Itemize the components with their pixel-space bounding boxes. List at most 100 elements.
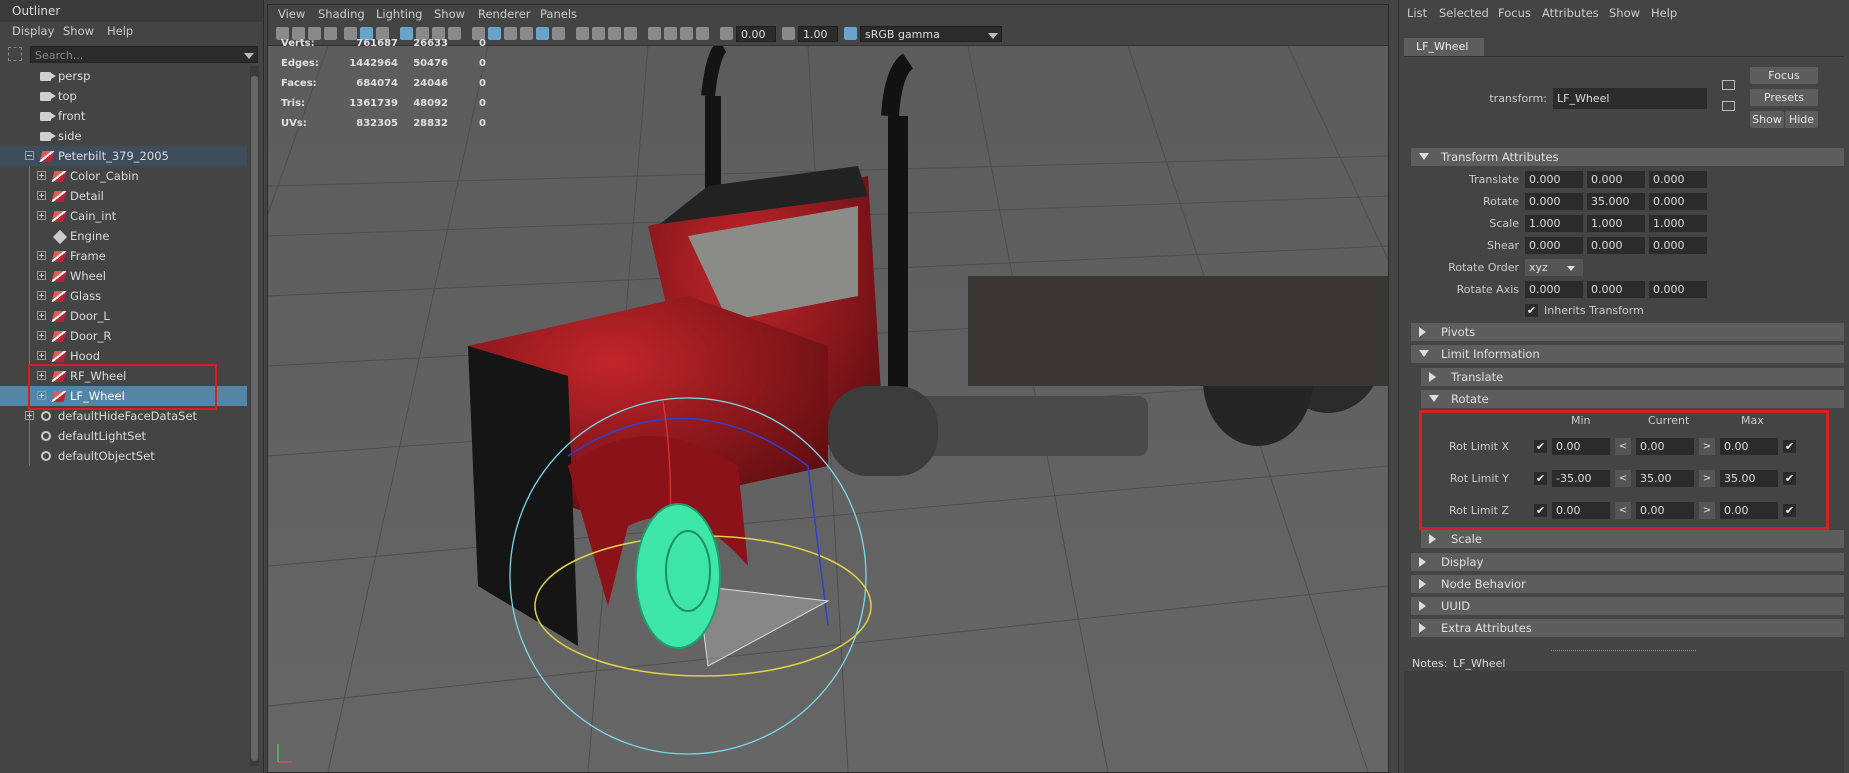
- expand-icon[interactable]: [37, 291, 46, 300]
- colorspace-dropdown-icon[interactable]: [988, 33, 998, 39]
- shear-x-field[interactable]: 0.000: [1525, 237, 1583, 254]
- section-pivots[interactable]: Pivots: [1411, 323, 1844, 341]
- menu-show[interactable]: Show: [63, 24, 94, 38]
- transform-name-field[interactable]: LF_Wheel: [1553, 88, 1707, 109]
- textured-icon[interactable]: [536, 27, 549, 40]
- colorspace-select[interactable]: sRGB gamma: [860, 26, 1002, 42]
- translate-y-field[interactable]: 0.000: [1587, 171, 1645, 188]
- scene-canvas[interactable]: [268, 46, 1388, 772]
- gamma-field[interactable]: 1.00: [798, 26, 838, 42]
- menu-show[interactable]: Show: [434, 7, 465, 21]
- tree-item-persp[interactable]: persp: [0, 66, 247, 86]
- search-dropdown-icon[interactable]: [244, 53, 254, 59]
- presets-button[interactable]: Presets: [1750, 89, 1818, 106]
- tree-item-frame[interactable]: Frame: [0, 246, 247, 266]
- translate-x-field[interactable]: 0.000: [1525, 171, 1583, 188]
- wireframe-on-shaded-icon[interactable]: [520, 27, 533, 40]
- tree-item-wheel[interactable]: Wheel: [0, 266, 247, 286]
- section-transform-attributes[interactable]: Transform Attributes: [1411, 148, 1844, 166]
- xray-icon[interactable]: [664, 27, 677, 40]
- rotate-z-field[interactable]: 0.000: [1649, 193, 1707, 210]
- notes-textarea[interactable]: [1404, 671, 1844, 773]
- section-limit-scale[interactable]: Scale: [1421, 530, 1844, 548]
- expand-icon[interactable]: [37, 311, 46, 320]
- menu-selected[interactable]: Selected: [1439, 6, 1489, 20]
- section-limit-rotate[interactable]: Rotate: [1421, 390, 1844, 408]
- scale-x-field[interactable]: 1.000: [1525, 215, 1583, 232]
- rotate-axis-x-field[interactable]: 0.000: [1525, 281, 1583, 298]
- tree-item-default-light-set[interactable]: defaultLightSet: [0, 426, 247, 446]
- show-button[interactable]: Show: [1750, 111, 1784, 128]
- antialiasing-icon[interactable]: [624, 27, 637, 40]
- tree-item-peterbilt[interactable]: Peterbilt_379_2005: [0, 146, 247, 166]
- inherits-transform-checkbox[interactable]: ✔: [1525, 304, 1538, 317]
- menu-attributes[interactable]: Attributes: [1542, 6, 1599, 20]
- filter-icon[interactable]: [8, 47, 22, 61]
- menu-focus[interactable]: Focus: [1498, 6, 1531, 20]
- load-output-icon[interactable]: [1722, 101, 1735, 111]
- ambient-occlusion-icon[interactable]: [592, 27, 605, 40]
- menu-lighting[interactable]: Lighting: [376, 7, 422, 21]
- tab-lf-wheel[interactable]: LF_Wheel: [1404, 38, 1484, 56]
- tree-item-side[interactable]: side: [0, 126, 247, 146]
- expand-icon[interactable]: [37, 351, 46, 360]
- tree-item-glass[interactable]: Glass: [0, 286, 247, 306]
- xray-joints-icon[interactable]: [680, 27, 693, 40]
- menu-renderer[interactable]: Renderer: [478, 7, 531, 21]
- tree-item-default-object-set[interactable]: defaultObjectSet: [0, 446, 247, 466]
- section-node-behavior[interactable]: Node Behavior: [1411, 575, 1844, 593]
- expand-icon[interactable]: [37, 331, 46, 340]
- isolate-select-icon[interactable]: [648, 27, 661, 40]
- expand-icon[interactable]: [37, 271, 46, 280]
- menu-list[interactable]: List: [1407, 6, 1427, 20]
- backface-culling-icon[interactable]: [696, 27, 709, 40]
- lf-wheel-selected[interactable]: [635, 503, 721, 649]
- hide-button[interactable]: Hide: [1785, 111, 1818, 128]
- color-management-icon[interactable]: [844, 27, 857, 40]
- tree-item-hood[interactable]: Hood: [0, 346, 247, 366]
- rotate-x-field[interactable]: 0.000: [1525, 193, 1583, 210]
- search-input[interactable]: Search...: [30, 46, 258, 63]
- menu-display[interactable]: Display: [12, 24, 54, 38]
- shear-y-field[interactable]: 0.000: [1587, 237, 1645, 254]
- default-material-icon[interactable]: [504, 27, 517, 40]
- collapse-icon[interactable]: [25, 151, 34, 160]
- tree-item-door-r[interactable]: Door_R: [0, 326, 247, 346]
- rotate-axis-y-field[interactable]: 0.000: [1587, 281, 1645, 298]
- scale-y-field[interactable]: 1.000: [1587, 215, 1645, 232]
- section-limit-translate[interactable]: Translate: [1421, 368, 1844, 386]
- menu-help[interactable]: Help: [1651, 6, 1677, 20]
- viewport-panel[interactable]: View Shading Lighting Show Renderer Pane…: [267, 4, 1389, 773]
- expand-icon[interactable]: [25, 411, 34, 420]
- menu-panels[interactable]: Panels: [540, 7, 577, 21]
- expand-icon[interactable]: [37, 211, 46, 220]
- section-uuid[interactable]: UUID: [1411, 597, 1844, 615]
- lights-icon[interactable]: [552, 27, 565, 40]
- motion-blur-icon[interactable]: [608, 27, 621, 40]
- tree-item-top[interactable]: top: [0, 86, 247, 106]
- expand-icon[interactable]: [37, 251, 46, 260]
- shadows-icon[interactable]: [576, 27, 589, 40]
- translate-z-field[interactable]: 0.000: [1649, 171, 1707, 188]
- rotate-axis-z-field[interactable]: 0.000: [1649, 281, 1707, 298]
- tree-item-front[interactable]: front: [0, 106, 247, 126]
- notes-splitter[interactable]: [1551, 650, 1696, 652]
- focus-button[interactable]: Focus: [1750, 67, 1818, 84]
- section-limit-information[interactable]: Limit Information: [1411, 345, 1844, 363]
- section-display[interactable]: Display: [1411, 553, 1844, 571]
- tree-item-color-cabin[interactable]: Color_Cabin: [0, 166, 247, 186]
- rotate-y-field[interactable]: 35.000: [1587, 193, 1645, 210]
- tree-item-door-l[interactable]: Door_L: [0, 306, 247, 326]
- exposure-icon[interactable]: [720, 27, 733, 40]
- expand-icon[interactable]: [37, 191, 46, 200]
- menu-help[interactable]: Help: [107, 24, 133, 38]
- exposure-field[interactable]: 0.00: [736, 26, 776, 42]
- menu-show[interactable]: Show: [1609, 6, 1640, 20]
- outliner-scrollbar[interactable]: [250, 66, 259, 766]
- section-extra-attributes[interactable]: Extra Attributes: [1411, 619, 1844, 637]
- scale-z-field[interactable]: 1.000: [1649, 215, 1707, 232]
- tree-item-engine[interactable]: Engine: [0, 226, 247, 246]
- shear-z-field[interactable]: 0.000: [1649, 237, 1707, 254]
- gamma-icon[interactable]: [782, 27, 795, 40]
- expand-icon[interactable]: [37, 171, 46, 180]
